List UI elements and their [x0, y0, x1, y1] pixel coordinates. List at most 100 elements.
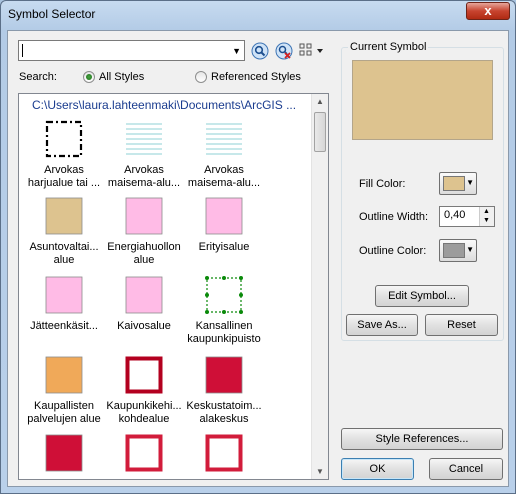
style-references-button[interactable]: Style References... [341, 428, 503, 450]
symbol-label-line: kaupunkipuisto [187, 333, 261, 345]
vertical-scrollbar[interactable]: ▲ ▼ [311, 94, 328, 479]
spinner-arrows[interactable]: ▲ ▼ [479, 207, 494, 226]
symbol-item[interactable]: Arvokas maisema-alu... [182, 120, 266, 190]
symbol-label: Kaivosalue [102, 320, 186, 333]
symbol-item[interactable] [22, 434, 106, 472]
symbol-swatch[interactable] [205, 356, 243, 394]
symbol-swatch[interactable] [205, 276, 243, 314]
symbol-swatch[interactable] [205, 120, 243, 158]
symbol-selector-window: Symbol Selector x ▼ Search: All Styles R… [0, 0, 516, 494]
symbol-label-line: Keskustatoim... [186, 400, 262, 412]
symbol-item[interactable]: Kaupallisten palvelujen alue [22, 356, 106, 426]
symbol-swatch[interactable] [45, 120, 83, 158]
radio-indicator[interactable] [195, 71, 207, 83]
symbol-swatch[interactable] [45, 276, 83, 314]
symbol-item[interactable]: Energiahuollon alue [102, 197, 186, 267]
radio-all-styles[interactable]: All Styles [83, 71, 144, 83]
symbol-label-line: palvelujen alue [27, 413, 101, 425]
scroll-down-icon[interactable]: ▼ [316, 467, 324, 476]
symbol-label: Arvokas maisema-alu... [182, 164, 266, 190]
radio-referenced-styles[interactable]: Referenced Styles [195, 71, 301, 83]
symbol-label-line: Kaupunkikehi... [106, 400, 182, 412]
symbol-label-line: maisema-alu... [107, 177, 181, 189]
symbol-label: Arvokas maisema-alu... [102, 164, 186, 190]
symbol-item[interactable]: Kaupunkikehi... kohdealue [102, 356, 186, 426]
symbol-label-line: alue [53, 254, 75, 266]
search-combo[interactable]: ▼ [18, 40, 245, 61]
clear-search-icon[interactable] [275, 42, 293, 60]
save-as-button[interactable]: Save As... [346, 314, 418, 336]
edit-symbol-button[interactable]: Edit Symbol... [375, 285, 469, 307]
scroll-thumb[interactable] [314, 112, 326, 152]
view-options-icon[interactable] [299, 42, 325, 60]
symbol-item[interactable]: Arvokas harjualue tai ... [22, 120, 106, 190]
symbol-swatch[interactable] [125, 197, 163, 235]
symbol-swatch[interactable] [205, 197, 243, 235]
symbol-item[interactable]: Erityisalue [182, 197, 266, 254]
symbol-label-line: Energiahuollon [107, 241, 181, 253]
symbol-label-line: alakeskus [199, 413, 249, 425]
symbol-item[interactable]: Kansallinen kaupunkipuisto [182, 276, 266, 346]
symbol-item[interactable]: Jätteenkäsit... [22, 276, 106, 333]
symbol-label-line: Erityisalue [198, 241, 250, 253]
close-button[interactable]: x [466, 2, 510, 20]
symbol-swatch[interactable] [205, 434, 243, 472]
symbol-item[interactable] [102, 434, 186, 472]
ok-button[interactable]: OK [341, 458, 414, 480]
symbol-item[interactable] [182, 434, 266, 472]
radio-label: Referenced Styles [211, 71, 301, 83]
symbol-label-line: Arvokas [204, 164, 244, 176]
symbol-swatch[interactable] [45, 197, 83, 235]
search-icon[interactable] [251, 42, 269, 60]
outline-width-value[interactable]: 0,40 [444, 209, 465, 221]
outline-color-button[interactable]: ▼ [439, 239, 477, 262]
reset-button[interactable]: Reset [425, 314, 498, 336]
symbol-swatch[interactable] [45, 434, 83, 472]
search-label: Search: [19, 71, 57, 83]
fill-color-button[interactable]: ▼ [439, 172, 477, 195]
symbol-swatch[interactable] [125, 120, 163, 158]
symbol-label-line: Kaupallisten [34, 400, 94, 412]
symbol-item[interactable]: Arvokas maisema-alu... [102, 120, 186, 190]
spin-up-icon[interactable]: ▲ [483, 208, 490, 215]
title-bar[interactable]: Symbol Selector x [1, 1, 515, 29]
symbol-label: Arvokas harjualue tai ... [22, 164, 106, 190]
symbol-swatch[interactable] [125, 434, 163, 472]
chevron-down-icon[interactable]: ▼ [466, 178, 474, 187]
outline-width-label: Outline Width: [359, 211, 429, 223]
symbol-label-line: alue [133, 254, 155, 266]
cancel-button[interactable]: Cancel [429, 458, 503, 480]
symbol-label: Jätteenkäsit... [22, 320, 106, 333]
symbol-item[interactable]: Kaivosalue [102, 276, 186, 333]
outline-color-label: Outline Color: [359, 245, 427, 257]
symbol-swatch[interactable] [45, 356, 83, 394]
current-symbol-title: Current Symbol [348, 41, 429, 53]
symbol-label: Kansallinen kaupunkipuisto [182, 320, 266, 346]
scroll-up-icon[interactable]: ▲ [316, 97, 324, 106]
symbol-label-line: Kaivosalue [117, 320, 171, 332]
symbol-swatch[interactable] [125, 356, 163, 394]
symbol-item[interactable]: Keskustatoim... alakeskus [182, 356, 266, 426]
symbol-label-line: harjualue tai ... [27, 177, 101, 189]
spin-down-icon[interactable]: ▼ [483, 217, 490, 224]
symbol-list[interactable]: C:\Users\laura.lahteenmaki\Documents\Arc… [18, 93, 329, 480]
fill-color-swatch [443, 176, 465, 191]
symbol-label: Kaupallisten palvelujen alue [22, 400, 106, 426]
chevron-down-icon[interactable]: ▼ [466, 245, 474, 254]
symbol-label: Erityisalue [182, 241, 266, 254]
symbol-label-line: Arvokas [44, 164, 84, 176]
symbol-label: Keskustatoim... alakeskus [182, 400, 266, 426]
chevron-down-icon[interactable]: ▼ [232, 46, 241, 56]
symbol-label-line: Kansallinen [195, 320, 253, 332]
outline-width-spinner[interactable]: 0,40 ▲ ▼ [439, 206, 495, 227]
window-title: Symbol Selector [8, 7, 96, 21]
symbol-preview [352, 60, 493, 140]
radio-indicator[interactable] [83, 71, 95, 83]
symbol-item[interactable]: Asuntovaltai... alue [22, 197, 106, 267]
symbol-label-line: Jätteenkäsit... [30, 320, 98, 332]
symbol-label-line: Asuntovaltai... [29, 241, 99, 253]
fill-color-label: Fill Color: [359, 178, 406, 190]
symbol-label-line: kohdealue [118, 413, 170, 425]
symbol-label-line: maisema-alu... [187, 177, 261, 189]
symbol-swatch[interactable] [125, 276, 163, 314]
